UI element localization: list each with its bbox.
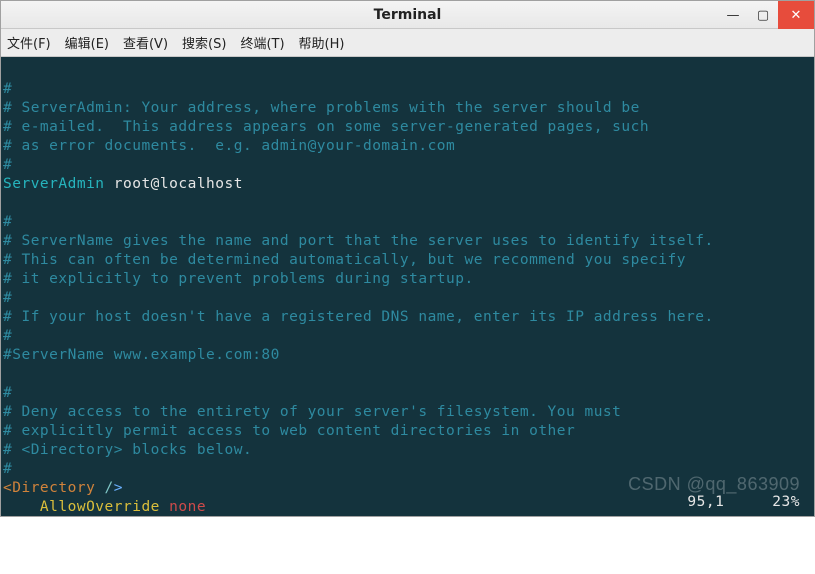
- config-line: #ServerName www.example.com:80: [3, 347, 280, 363]
- cursor-position: 95,1: [687, 493, 724, 512]
- directory-path: /: [105, 480, 114, 496]
- directive-allowoverride-value: none: [169, 499, 206, 515]
- close-button[interactable]: ✕: [778, 1, 814, 29]
- config-line: #: [3, 328, 12, 344]
- directive-serveradmin: ServerAdmin: [3, 176, 105, 192]
- config-line: #: [3, 461, 12, 477]
- config-line: #: [3, 157, 12, 173]
- config-line: # explicitly permit access to web conten…: [3, 423, 575, 439]
- menu-help[interactable]: 帮助(H): [299, 33, 345, 52]
- maximize-button[interactable]: ▢: [748, 3, 778, 27]
- menu-search[interactable]: 搜索(S): [182, 33, 226, 52]
- config-line: # If your host doesn't have a registered…: [3, 309, 714, 325]
- titlebar: Terminal — ▢ ✕: [1, 1, 814, 29]
- directive-serveradmin-value: root@localhost: [105, 176, 243, 192]
- config-line: #: [3, 214, 12, 230]
- config-line: # ServerName gives the name and port tha…: [3, 233, 714, 249]
- menubar: 文件(F) 编辑(E) 查看(V) 搜索(S) 终端(T) 帮助(H): [1, 29, 814, 57]
- directive-allowoverride: AllowOverride: [3, 499, 169, 515]
- config-line: #: [3, 385, 12, 401]
- config-line: #: [3, 290, 12, 306]
- minimize-button[interactable]: —: [718, 3, 748, 27]
- config-line: #: [3, 81, 12, 97]
- config-line: # e-mailed. This address appears on some…: [3, 119, 649, 135]
- directory-tag-open: <Directory: [3, 480, 105, 496]
- menu-terminal[interactable]: 终端(T): [240, 33, 284, 52]
- directory-tag-close: >: [114, 480, 123, 496]
- terminal-output[interactable]: # # ServerAdmin: Your address, where pro…: [1, 57, 814, 516]
- watermark-text: CSDN @qq_863909: [628, 475, 800, 494]
- window-title: Terminal: [374, 7, 442, 23]
- vim-status-line: 95,1 23%: [687, 493, 800, 512]
- config-line: # This can often be determined automatic…: [3, 252, 686, 268]
- scroll-percent: 23%: [772, 493, 800, 512]
- menu-file[interactable]: 文件(F): [7, 33, 51, 52]
- config-line: # it explicitly to prevent problems duri…: [3, 271, 474, 287]
- window-controls: — ▢ ✕: [718, 1, 814, 29]
- config-line: # ServerAdmin: Your address, where probl…: [3, 100, 640, 116]
- menu-edit[interactable]: 编辑(E): [65, 33, 109, 52]
- config-line: # <Directory> blocks below.: [3, 442, 252, 458]
- menu-view[interactable]: 查看(V): [123, 33, 168, 52]
- config-line: # as error documents. e.g. admin@your-do…: [3, 138, 455, 154]
- config-line: # Deny access to the entirety of your se…: [3, 404, 621, 420]
